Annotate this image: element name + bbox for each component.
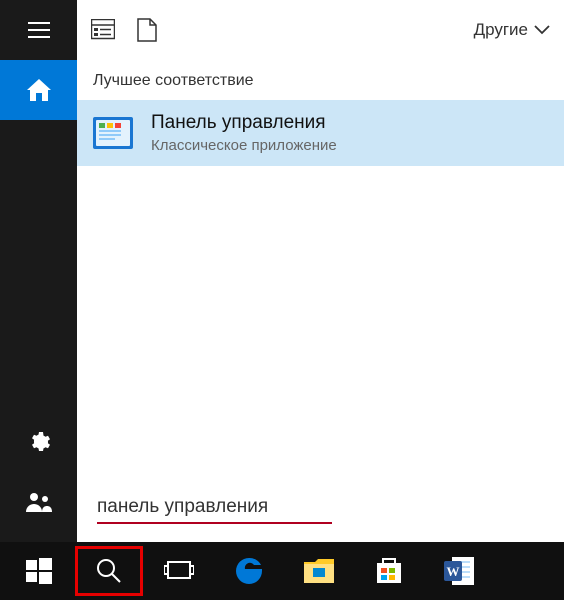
- rail-home-button[interactable]: [0, 60, 77, 120]
- right-pane: Другие Лучшее соответствие: [77, 0, 564, 542]
- result-control-panel[interactable]: Панель управления Классическое приложени…: [77, 100, 564, 166]
- search-input-row: [77, 496, 564, 542]
- taskbar: W: [0, 542, 564, 600]
- search-input[interactable]: [97, 496, 332, 524]
- rail-menu-button[interactable]: [0, 0, 77, 60]
- people-icon: [26, 492, 52, 512]
- filter-other-button[interactable]: Другие: [474, 20, 550, 40]
- svg-text:W: W: [447, 564, 460, 579]
- windows-icon: [26, 558, 52, 584]
- taskbar-word-button[interactable]: W: [424, 545, 494, 597]
- filter-documents-button[interactable]: [137, 18, 157, 42]
- task-view-icon: [164, 560, 194, 582]
- taskbar-explorer-button[interactable]: [284, 545, 354, 597]
- rail-settings-button[interactable]: [0, 412, 77, 472]
- store-icon: [375, 557, 403, 585]
- filter-other-label: Другие: [474, 20, 528, 40]
- search-panel: Другие Лучшее соответствие: [0, 0, 564, 542]
- empty-area: [77, 166, 564, 496]
- taskbar-start-button[interactable]: [4, 545, 74, 597]
- control-panel-icon: [93, 113, 133, 153]
- filter-bar: Другие: [77, 0, 564, 60]
- hamburger-icon: [28, 22, 50, 38]
- result-title: Панель управления: [151, 112, 337, 134]
- chevron-down-icon: [534, 25, 550, 35]
- home-icon: [27, 79, 51, 101]
- taskbar-store-button[interactable]: [354, 545, 424, 597]
- left-rail: [0, 0, 77, 542]
- best-match-label: Лучшее соответствие: [77, 60, 564, 100]
- search-icon: [96, 558, 122, 584]
- result-text: Панель управления Классическое приложени…: [151, 112, 337, 154]
- rail-bottom-group: [0, 412, 77, 542]
- edge-icon: [234, 556, 264, 586]
- apps-icon: [91, 19, 115, 41]
- word-icon: W: [444, 557, 474, 585]
- taskbar-taskview-button[interactable]: [144, 545, 214, 597]
- taskbar-edge-button[interactable]: [214, 545, 284, 597]
- result-subtitle: Классическое приложение: [151, 137, 337, 154]
- file-explorer-icon: [303, 558, 335, 584]
- document-icon: [137, 18, 157, 42]
- rail-feedback-button[interactable]: [0, 472, 77, 532]
- gear-icon: [27, 430, 51, 454]
- taskbar-search-button[interactable]: [74, 545, 144, 597]
- filter-apps-button[interactable]: [91, 19, 115, 41]
